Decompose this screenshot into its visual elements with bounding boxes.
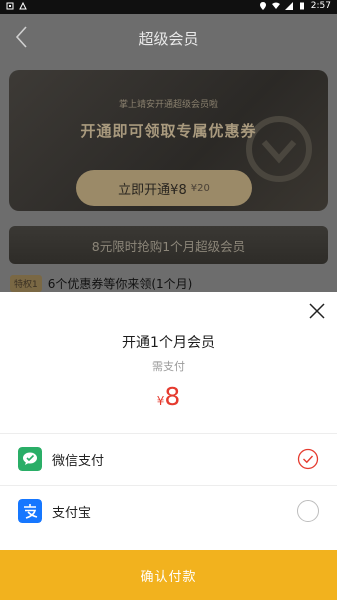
payment-option-alipay[interactable]: 支付宝 <box>0 487 337 535</box>
payment-sheet: 开通1个月会员 需支付 ¥8 微信支付 支付宝 确认付款 <box>0 292 337 600</box>
vip-card-headline: 开通即可领取专属优惠券 <box>80 122 257 140</box>
wifi-icon <box>271 2 280 9</box>
sheet-subtitle: 需支付 <box>152 360 185 373</box>
confirm-payment-button[interactable]: 确认付款 <box>0 550 337 600</box>
sheet-title: 开通1个月会员 <box>122 335 215 351</box>
payment-amount: ¥8 <box>0 382 337 411</box>
app-notification-icon <box>19 2 27 10</box>
promo-text: 8元限时抢购1个月超级会员 <box>91 238 246 254</box>
open-vip-button-label: 立即开通¥8 <box>118 182 187 198</box>
confirm-payment-label: 确认付款 <box>140 569 197 585</box>
close-icon[interactable] <box>307 301 327 321</box>
payment-option-wechat[interactable]: 微信支付 <box>0 435 337 483</box>
battery-icon <box>299 2 304 10</box>
radio-unchecked-icon[interactable] <box>297 500 319 522</box>
notification-icon <box>6 2 14 10</box>
divider <box>0 433 337 434</box>
divider <box>0 485 337 486</box>
page-title: 超级会员 <box>138 30 199 48</box>
alipay-icon <box>18 499 42 523</box>
perk-item: 特权1 6个优惠券等你来领(1个月) <box>10 275 192 292</box>
perk-text: 6个优惠券等你来领(1个月) <box>47 277 193 291</box>
status-bar: 2:57 <box>0 0 337 14</box>
promo-banner[interactable]: 8元限时抢购1个月超级会员 <box>9 226 328 264</box>
payment-option-label: 支付宝 <box>52 506 92 521</box>
vip-card: 掌上靖安开通超级会员啦 开通即可领取专属优惠券 立即开通¥8 ¥20 <box>9 70 328 211</box>
amount-value: 8 <box>164 382 181 411</box>
open-vip-button[interactable]: 立即开通¥8 ¥20 <box>76 170 252 206</box>
app-bar: 超级会员 <box>0 14 337 60</box>
radio-checked-icon[interactable] <box>297 448 319 470</box>
perk-badge: 特权1 <box>10 275 42 292</box>
vip-card-subtitle: 掌上靖安开通超级会员啦 <box>118 100 218 110</box>
signal-icon <box>284 2 293 10</box>
location-icon <box>259 2 266 10</box>
wechat-pay-icon <box>18 447 42 471</box>
original-price: ¥20 <box>190 182 210 194</box>
payment-option-label: 微信支付 <box>52 454 105 469</box>
status-time: 2:57 <box>310 1 331 11</box>
